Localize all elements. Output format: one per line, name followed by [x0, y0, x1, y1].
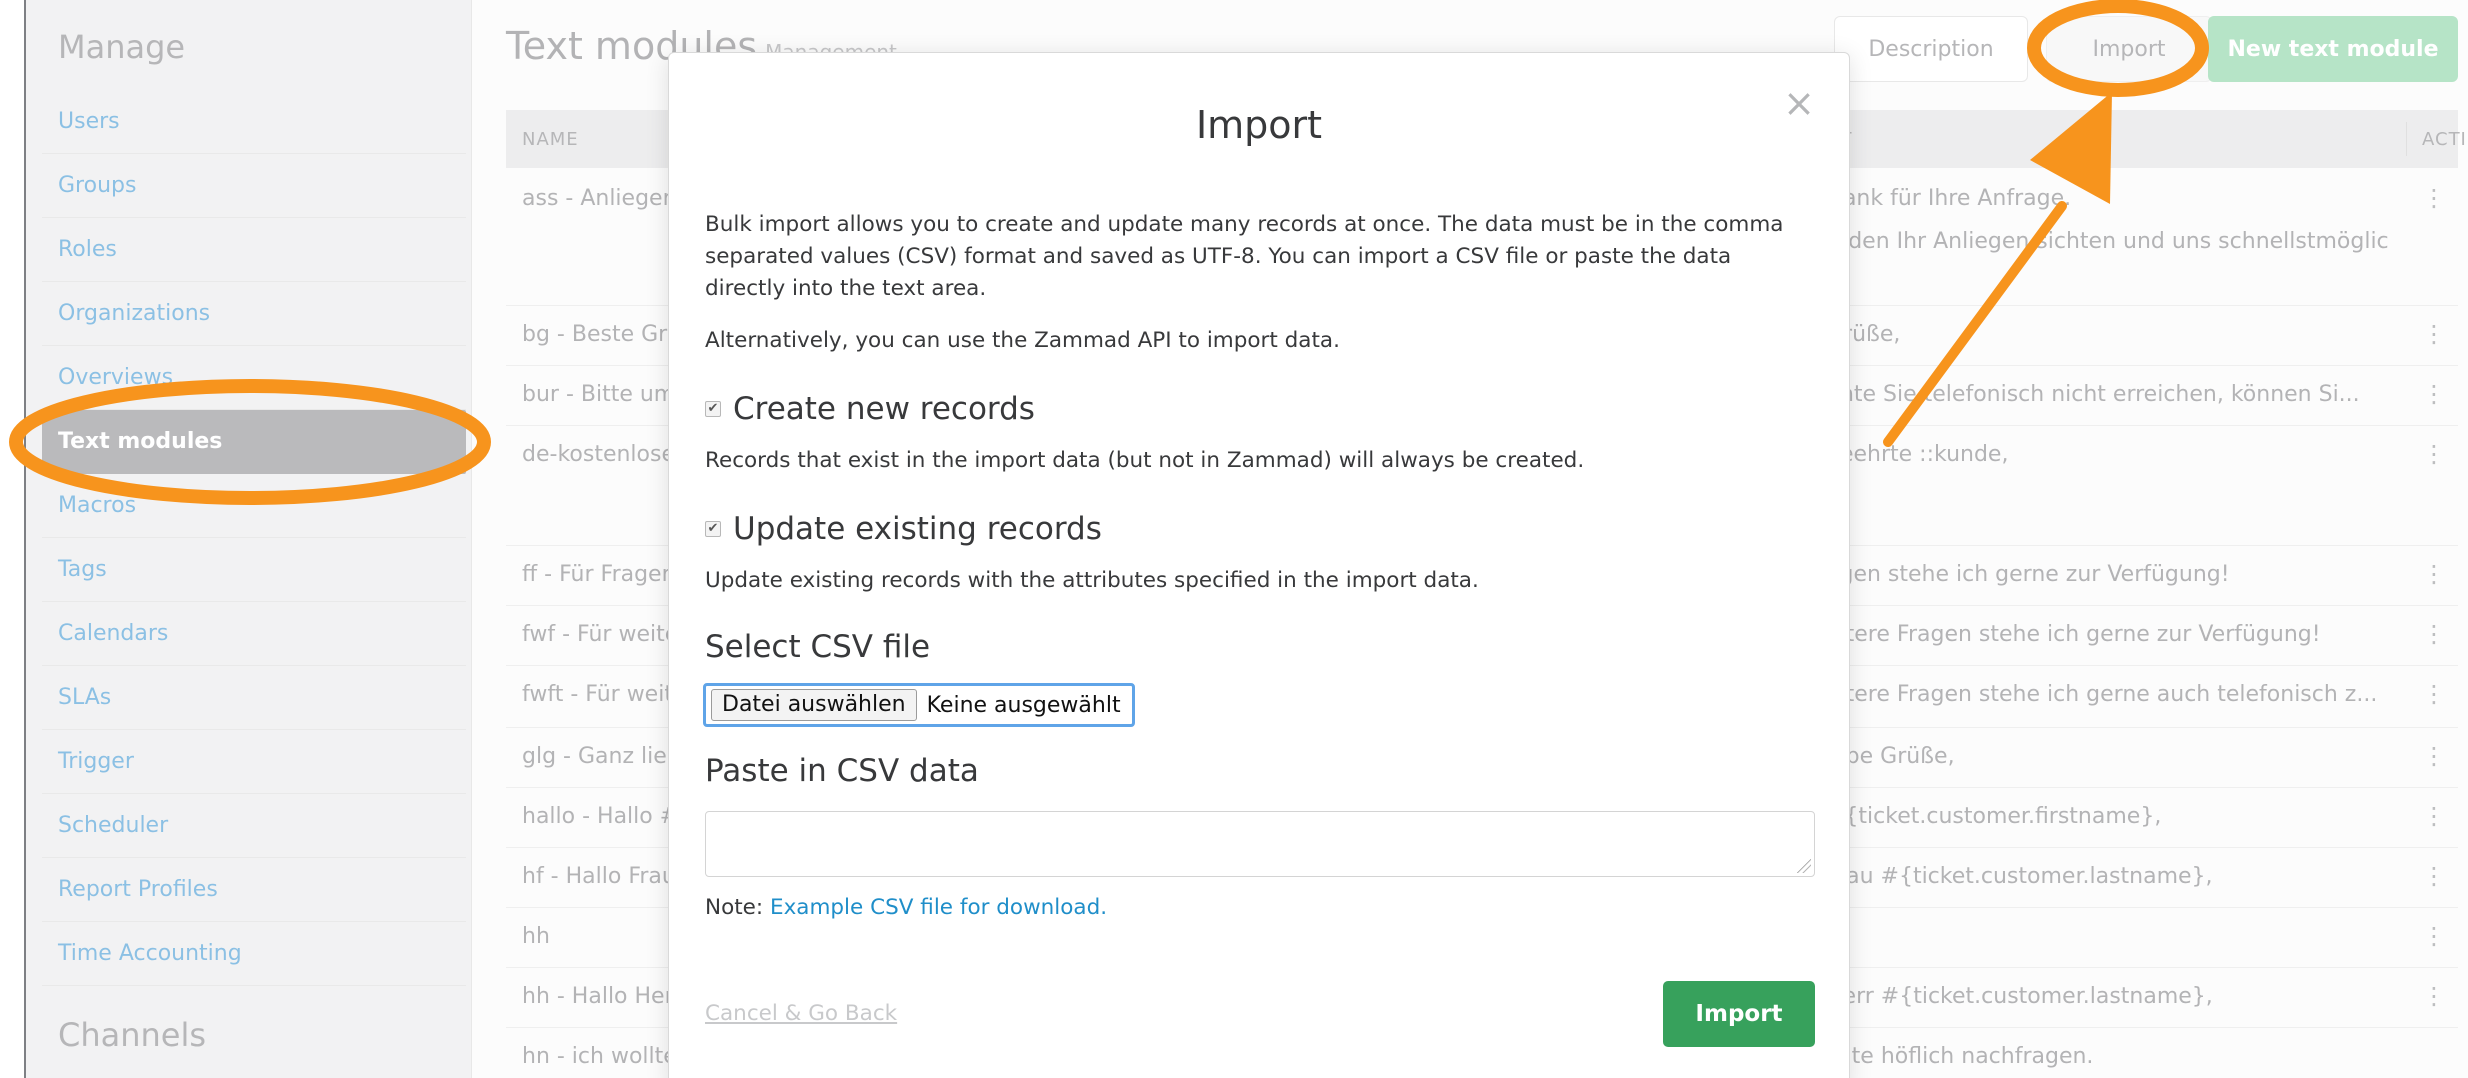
modal-title: Import — [1195, 103, 1323, 147]
update-records-checkbox[interactable]: ✔ — [705, 521, 721, 537]
choose-file-button[interactable]: Datei auswählen — [711, 689, 917, 721]
select-csv-label: Select CSV file — [705, 629, 931, 665]
csv-data-textarea[interactable] — [705, 811, 1815, 877]
import-modal: Import × Bulk import allows you to creat… — [668, 52, 1850, 1078]
paste-csv-label: Paste in CSV data — [705, 753, 979, 789]
update-records-label[interactable]: Update existing records — [733, 511, 1102, 547]
cancel-go-back-link[interactable]: Cancel & Go Back — [705, 1001, 897, 1026]
create-records-description: Records that exist in the import data (b… — [705, 448, 1585, 473]
csv-file-input[interactable]: Datei auswählen Keine ausgewählt — [703, 683, 1135, 727]
close-icon[interactable]: × — [1779, 83, 1819, 123]
app-window: Manage Users Groups Roles Organizations … — [0, 0, 2468, 1078]
import-intro-text: Bulk import allows you to create and upd… — [705, 212, 1784, 301]
create-records-checkbox[interactable]: ✔ — [705, 401, 721, 417]
csv-note: Note: Example CSV file for download. — [705, 895, 1107, 920]
create-records-label[interactable]: Create new records — [733, 391, 1035, 427]
update-records-description: Update existing records with the attribu… — [705, 568, 1479, 593]
api-note-text: Alternatively, you can use the Zammad AP… — [705, 328, 1340, 353]
resize-handle-icon[interactable] — [1797, 859, 1811, 873]
note-prefix: Note: — [705, 895, 764, 920]
import-submit-button[interactable]: Import — [1663, 981, 1815, 1047]
update-records-option: ✔ Update existing records — [705, 511, 1102, 547]
example-csv-link[interactable]: Example CSV file for download. — [770, 895, 1107, 920]
file-status-text: Keine ausgewählt — [926, 692, 1121, 718]
create-records-option: ✔ Create new records — [705, 391, 1035, 427]
